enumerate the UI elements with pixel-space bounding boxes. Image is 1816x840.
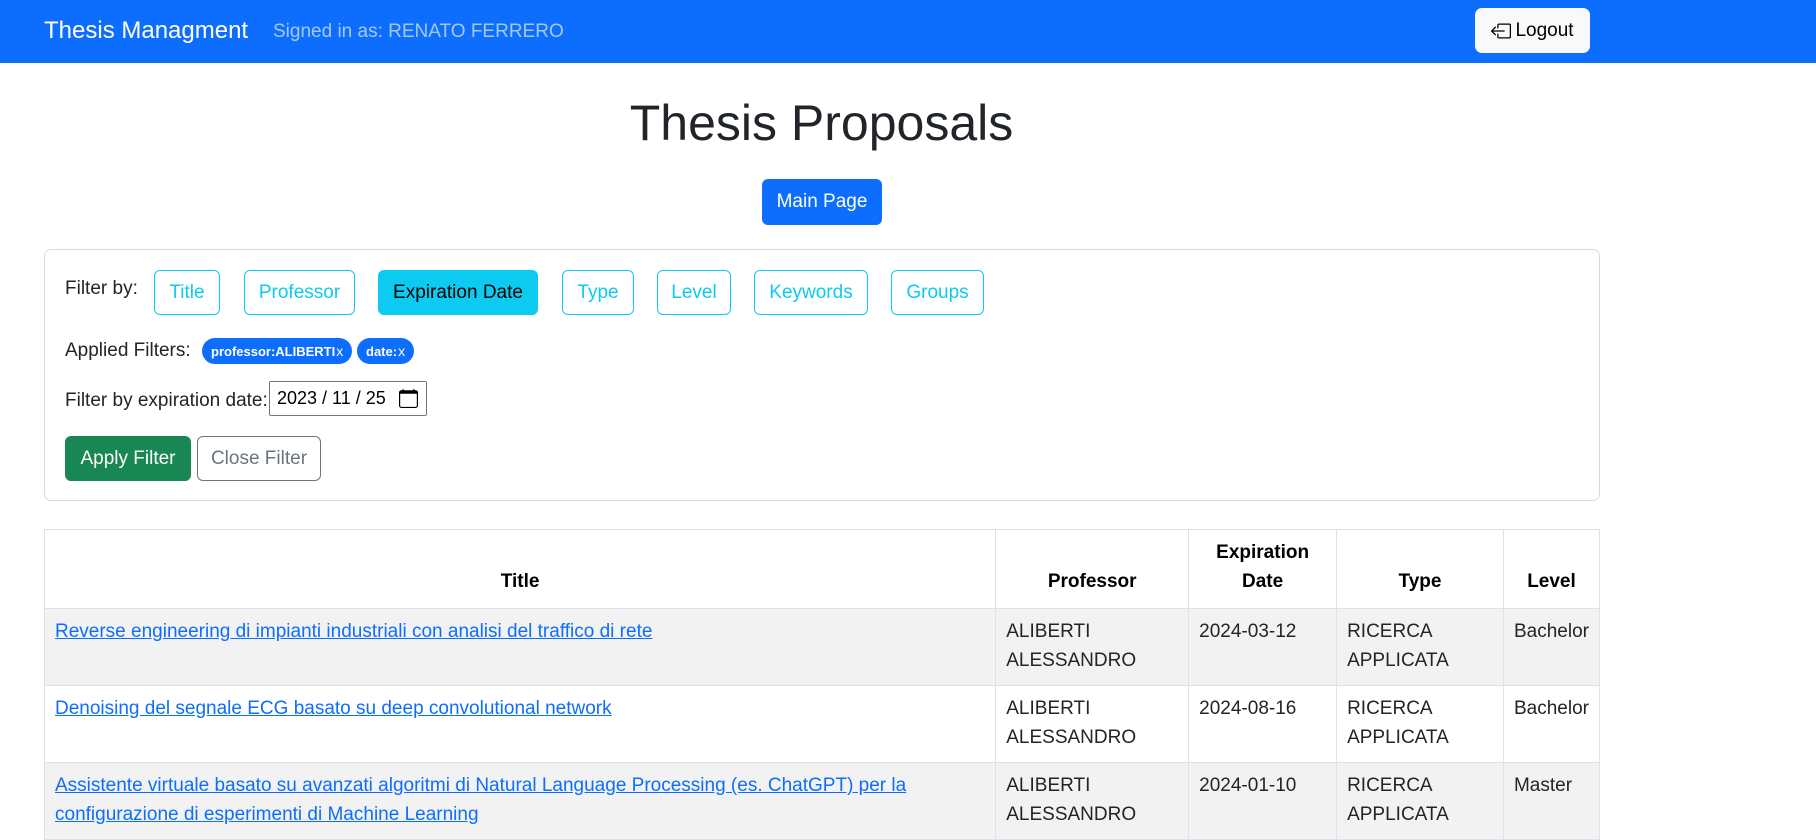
filter-by-label: Filter by:: [65, 278, 138, 299]
cell-professor: ALIBERTI ALESSANDRO: [995, 608, 1190, 686]
cell-title: Assistente virtuale basato su avanzati a…: [43, 762, 997, 840]
filter-expiration-date-button[interactable]: Expiration Date: [378, 270, 538, 315]
cell-type: RICERCA APPLICATA: [1336, 608, 1504, 686]
chip-remove-icon[interactable]: x: [336, 343, 343, 359]
table-row: Denoising del segnale ECG basato su deep…: [43, 685, 1601, 763]
page-title: Thesis Proposals: [629, 95, 1014, 151]
cell-type: RICERCA APPLICATA: [1336, 685, 1504, 763]
proposals-table: Title Professor Expiration Date Type Lev…: [43, 529, 1601, 840]
cell-level: Bachelor: [1502, 608, 1601, 686]
header-type: Type: [1336, 529, 1504, 609]
logout-label: Logout: [1515, 19, 1574, 41]
chip-label: date:: [366, 343, 398, 359]
main-page-button[interactable]: Main Page: [762, 179, 882, 225]
filter-title-button[interactable]: Title: [154, 270, 220, 315]
chip-label: professor:ALIBERTI: [211, 343, 336, 359]
proposal-link[interactable]: Reverse engineering di impianti industri…: [55, 621, 652, 642]
apply-filter-button[interactable]: Apply Filter: [65, 436, 191, 481]
cell-title: Denoising del segnale ECG basato su deep…: [43, 685, 997, 763]
proposal-link[interactable]: Assistente virtuale basato su avanzati a…: [55, 775, 906, 825]
calendar-icon[interactable]: [399, 389, 418, 408]
brand-title[interactable]: Thesis Managment: [44, 17, 248, 45]
signed-in-text: Signed in as: RENATO FERRERO: [273, 21, 564, 42]
table-row: Reverse engineering di impianti industri…: [43, 608, 1601, 686]
close-filter-button[interactable]: Close Filter: [197, 436, 321, 481]
chip-remove-icon[interactable]: x: [398, 343, 405, 359]
table-header-row: Title Professor Expiration Date Type Lev…: [43, 529, 1601, 609]
box-arrow-left-icon: [1491, 23, 1512, 38]
navbar: Thesis Managment Signed in as: RENATO FE…: [0, 0, 1816, 63]
cell-level: Bachelor: [1502, 685, 1601, 763]
date-value: 2023 / 11 / 25: [277, 388, 386, 408]
filter-panel: Filter by: Title Professor Expiration Da…: [44, 249, 1600, 501]
filter-type-button[interactable]: Type: [562, 270, 634, 315]
header-title: Title: [43, 529, 997, 609]
filter-groups-button[interactable]: Groups: [891, 270, 984, 315]
filter-keywords-button[interactable]: Keywords: [754, 270, 868, 315]
applied-filter-chip[interactable]: professor:ALIBERTI x: [202, 338, 353, 364]
cell-level: Master: [1502, 762, 1601, 840]
table-row: Assistente virtuale basato su avanzati a…: [43, 762, 1601, 840]
applied-filter-chip[interactable]: date: x: [357, 338, 415, 364]
header-professor: Professor: [995, 529, 1190, 609]
cell-type: RICERCA APPLICATA: [1336, 762, 1504, 840]
applied-filters-label: Applied Filters:: [65, 340, 191, 361]
cell-title: Reverse engineering di impianti industri…: [43, 608, 997, 686]
logout-button[interactable]: Logout: [1475, 8, 1590, 53]
expiration-date-label: Filter by expiration date:: [65, 390, 268, 411]
expiration-date-input[interactable]: 2023 / 11 / 25: [269, 381, 427, 416]
proposal-link[interactable]: Denoising del segnale ECG basato su deep…: [55, 698, 612, 719]
header-level: Level: [1502, 529, 1601, 609]
cell-professor: ALIBERTI ALESSANDRO: [995, 685, 1190, 763]
cell-expiration: 2024-01-10: [1188, 762, 1338, 840]
filter-professor-button[interactable]: Professor: [244, 270, 355, 315]
cell-professor: ALIBERTI ALESSANDRO: [995, 762, 1190, 840]
cell-expiration: 2024-03-12: [1188, 608, 1338, 686]
header-expiration-date: Expiration Date: [1188, 529, 1338, 609]
filter-level-button[interactable]: Level: [657, 270, 731, 315]
cell-expiration: 2024-08-16: [1188, 685, 1338, 763]
